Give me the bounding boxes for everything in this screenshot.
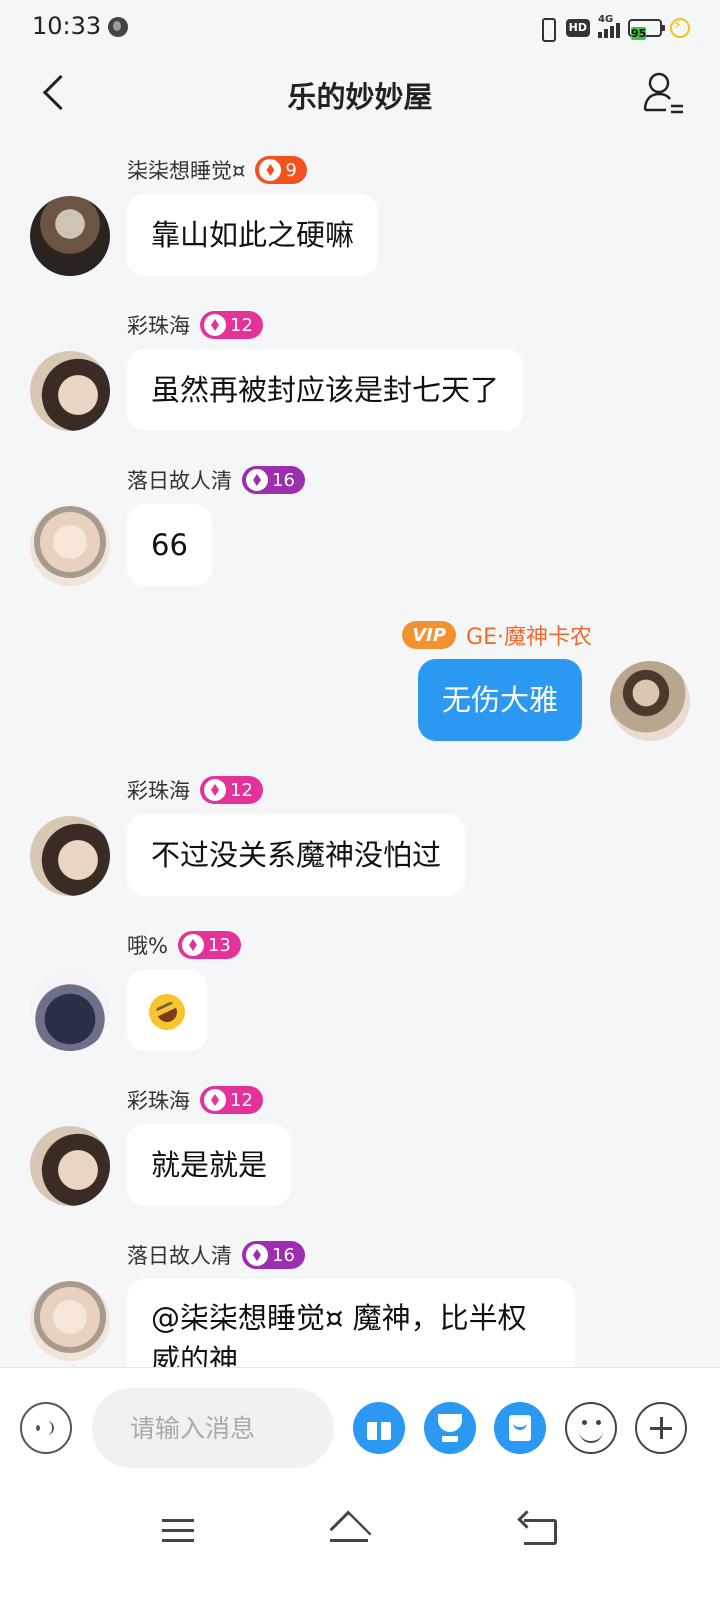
level-badge: 12 xyxy=(200,776,263,804)
status-time: 10:33 xyxy=(32,12,102,40)
level-badge: 9 xyxy=(255,156,307,184)
avatar[interactable] xyxy=(30,971,110,1051)
sender-name[interactable]: GE·魔神卡农 xyxy=(466,619,592,651)
message-meta: 落日故人清 16 xyxy=(127,1239,305,1271)
message-bubble[interactable]: 无伤大雅 xyxy=(417,659,582,741)
diamond-icon xyxy=(246,469,268,491)
level-badge: 13 xyxy=(177,931,241,959)
message-meta: VIP GE·魔神卡农 xyxy=(402,619,592,651)
battery-level: 95 xyxy=(631,27,647,40)
message-meta: 彩珠海 12 xyxy=(127,309,263,341)
sender-name[interactable]: 彩珠海 xyxy=(127,310,190,340)
message-bubble[interactable]: 虽然再被封应该是封七天了 xyxy=(127,349,524,431)
input-bar xyxy=(0,1367,720,1485)
system-nav-bar xyxy=(0,1485,720,1600)
gift-icon[interactable] xyxy=(353,1402,405,1454)
level-number: 12 xyxy=(230,1089,253,1111)
level-number: 13 xyxy=(207,934,231,956)
message-bubble[interactable]: 就是就是 xyxy=(127,1124,292,1206)
recent-apps-button[interactable] xyxy=(142,1505,212,1555)
level-number: 12 xyxy=(230,779,253,801)
diamond-icon xyxy=(204,314,226,336)
plus-icon[interactable] xyxy=(635,1402,687,1454)
diamond-icon xyxy=(204,779,226,801)
red-packet-icon[interactable] xyxy=(494,1402,546,1454)
level-number: 16 xyxy=(272,469,295,491)
level-number: 9 xyxy=(285,159,297,181)
level-badge: 12 xyxy=(200,311,263,339)
message-bubble[interactable] xyxy=(127,969,207,1051)
message-meta: 柒柒想睡觉¤ 9 xyxy=(127,154,307,186)
trophy-icon[interactable] xyxy=(424,1402,476,1454)
rolling-on-floor-laughing-emoji xyxy=(143,988,191,1036)
chat-title: 乐的妙妙屋 xyxy=(287,80,433,114)
signal-icon: 4G xyxy=(598,14,620,38)
hd-icon: HD xyxy=(565,19,590,37)
message-meta: 哦% 13 xyxy=(127,929,241,961)
avatar[interactable] xyxy=(30,1126,110,1206)
vip-badge: VIP xyxy=(402,621,457,649)
sender-name[interactable]: 落日故人清 xyxy=(127,465,232,495)
group-members-button[interactable] xyxy=(642,70,686,118)
battery-icon: 95 xyxy=(628,19,665,40)
system-back-button[interactable] xyxy=(506,1505,576,1555)
voice-icon[interactable] xyxy=(20,1402,72,1454)
message-bubble[interactable]: 66 xyxy=(127,504,212,586)
sender-name[interactable]: 彩珠海 xyxy=(127,1085,190,1115)
status-bar: 10:33 HD 4G 95 xyxy=(0,0,720,56)
network-type: 4G xyxy=(598,14,614,25)
globe-icon xyxy=(108,17,128,37)
emoji-icon[interactable] xyxy=(565,1402,617,1454)
message-list[interactable]: 柒柒想睡觉¤ 9 靠山如此之硬嘛 彩珠海 12 虽然再被封应该是封七天了 落日故… xyxy=(0,132,720,1396)
charging-icon xyxy=(670,18,690,38)
avatar[interactable] xyxy=(30,196,110,276)
sender-name[interactable]: 哦% xyxy=(127,930,168,960)
avatar[interactable] xyxy=(30,816,110,896)
status-icons: HD 4G 95 xyxy=(536,14,690,42)
home-button[interactable] xyxy=(318,1505,388,1555)
chat-header: 乐的妙妙屋 xyxy=(0,56,720,132)
message-meta: 落日故人清 16 xyxy=(127,464,305,496)
level-number: 12 xyxy=(230,314,253,336)
sender-name[interactable]: 柒柒想睡觉¤ xyxy=(127,155,245,185)
diamond-icon xyxy=(181,934,204,956)
avatar[interactable] xyxy=(30,351,110,431)
vibrate-icon xyxy=(536,17,558,42)
level-badge: 16 xyxy=(242,466,305,494)
diamond-icon xyxy=(204,1089,226,1111)
message-bubble[interactable]: 不过没关系魔神没怕过 xyxy=(127,814,466,896)
level-badge: 16 xyxy=(242,1241,305,1269)
sender-name[interactable]: 彩珠海 xyxy=(127,775,190,805)
message-input[interactable] xyxy=(92,1388,334,1468)
message-meta: 彩珠海 12 xyxy=(127,1084,263,1116)
diamond-icon xyxy=(246,1244,268,1266)
level-number: 16 xyxy=(272,1244,295,1266)
sender-name[interactable]: 落日故人清 xyxy=(127,1240,232,1270)
level-badge: 12 xyxy=(200,1086,263,1114)
person-list-icon xyxy=(643,72,683,114)
avatar[interactable] xyxy=(610,661,690,741)
avatar[interactable] xyxy=(30,1281,110,1361)
avatar[interactable] xyxy=(30,506,110,586)
diamond-icon xyxy=(259,159,282,181)
message-bubble[interactable]: 靠山如此之硬嘛 xyxy=(127,194,379,276)
message-meta: 彩珠海 12 xyxy=(127,774,263,806)
